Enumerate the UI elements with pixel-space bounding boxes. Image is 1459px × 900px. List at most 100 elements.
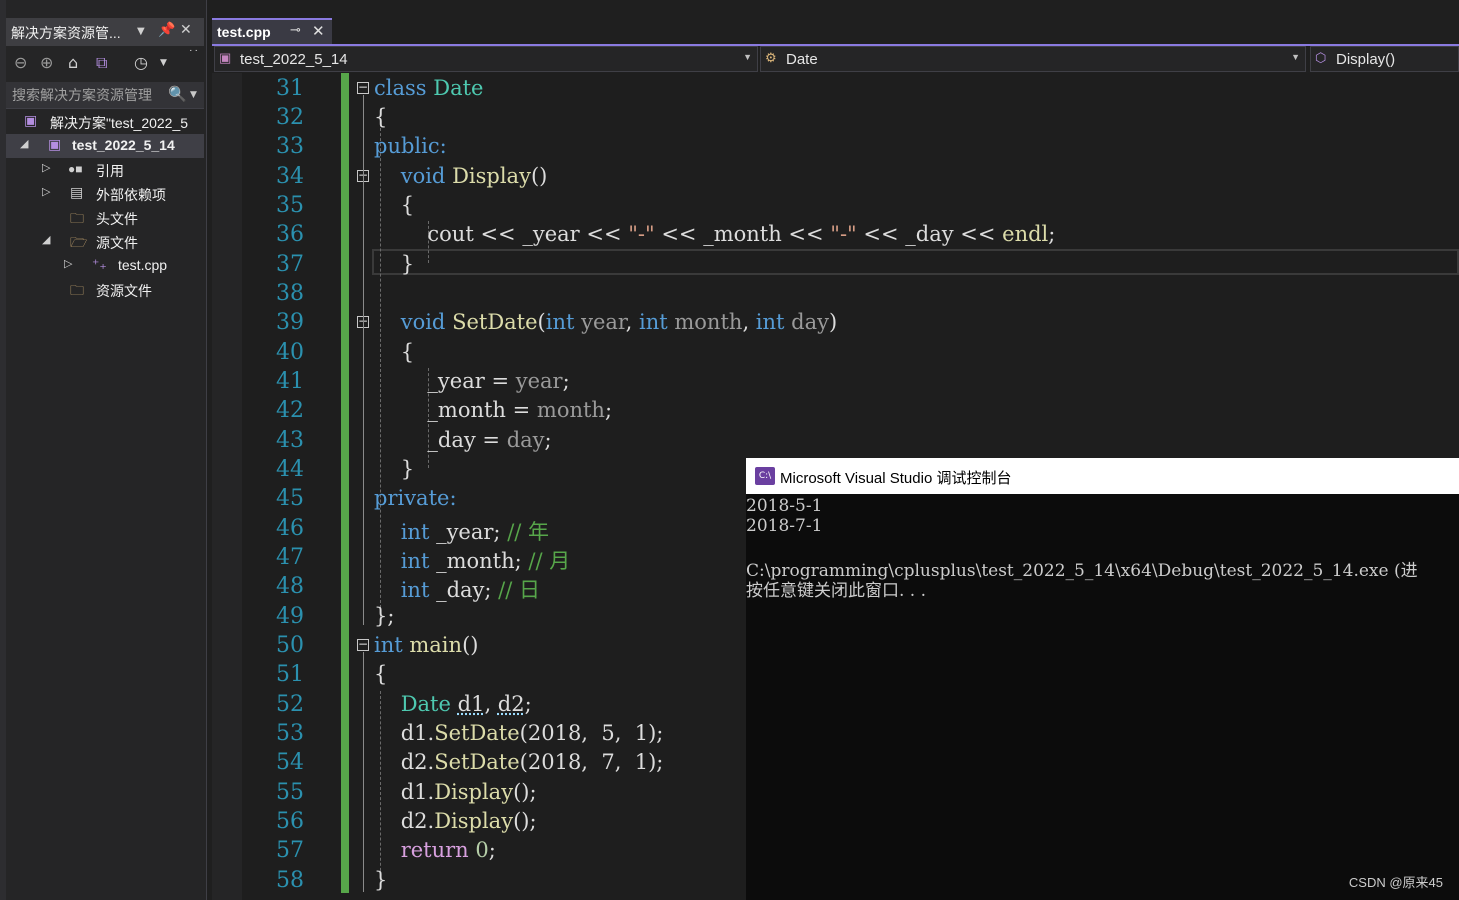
collapse-arrow-icon[interactable]: ◢ bbox=[20, 137, 28, 150]
member-dropdown[interactable]: ⬡ Display() bbox=[1310, 46, 1459, 72]
punctuation: , bbox=[484, 692, 498, 716]
line-number: 38 bbox=[276, 281, 304, 306]
debug-console-window[interactable]: C:\ Microsoft Visual Studio 调试控制台 2018-5… bbox=[746, 458, 1459, 900]
punctuation: ; bbox=[493, 520, 508, 544]
fold-toggle-icon[interactable]: − bbox=[357, 81, 369, 94]
member: _day bbox=[429, 578, 485, 602]
member: _day bbox=[427, 428, 476, 452]
keyword: int bbox=[400, 578, 430, 602]
line-number: 51 bbox=[276, 662, 304, 687]
line-number: 47 bbox=[276, 545, 304, 570]
line-number: 31 bbox=[276, 76, 304, 101]
variable: d2. bbox=[400, 750, 435, 774]
overflow-icon[interactable]: ˙˙ bbox=[188, 48, 199, 61]
tab-test-cpp[interactable]: test.cpp ⊸ ✕ bbox=[212, 18, 332, 44]
chevron-down-icon: ▼ bbox=[1291, 52, 1300, 62]
close-icon[interactable]: ✕ bbox=[312, 22, 325, 40]
comment: // 日 bbox=[498, 578, 540, 602]
class-dropdown[interactable]: ⚙ Date ▼ bbox=[760, 46, 1306, 72]
variable: d1 bbox=[457, 692, 485, 716]
expand-arrow-icon[interactable]: ▷ bbox=[42, 161, 50, 174]
tree-item-project[interactable]: ◢ ▣ test_2022_5_14 bbox=[6, 134, 204, 158]
home-icon[interactable]: ⌂ bbox=[68, 53, 78, 72]
tree-item-resource-files[interactable]: 🗀 资源文件 bbox=[6, 278, 204, 302]
parameter: year bbox=[515, 369, 563, 393]
tree-item-references[interactable]: ▷ ●■ 引用 bbox=[6, 158, 204, 182]
pin-icon[interactable]: ⊸ bbox=[290, 23, 301, 38]
code-line: } bbox=[374, 252, 414, 276]
close-icon[interactable]: ✕ bbox=[180, 22, 192, 38]
code-line: _year = year; bbox=[374, 369, 570, 393]
references-icon: ●■ bbox=[68, 162, 83, 176]
function-name: SetDate bbox=[434, 721, 520, 745]
current-line-highlight bbox=[372, 249, 1459, 275]
tree-item-label: test_2022_5_14 bbox=[72, 137, 175, 153]
collapse-arrow-icon[interactable]: ◢ bbox=[42, 233, 50, 246]
line-number: 45 bbox=[276, 486, 304, 511]
line-number: 35 bbox=[276, 193, 304, 218]
line-number: 32 bbox=[276, 105, 304, 130]
console-output-line: 2018-5-1 bbox=[746, 496, 823, 516]
punctuation: , bbox=[742, 310, 756, 334]
line-number: 39 bbox=[276, 310, 304, 335]
function-name: endl bbox=[1002, 222, 1049, 246]
operator: = bbox=[484, 369, 516, 393]
console-title-bar[interactable]: C:\ Microsoft Visual Studio 调试控制台 bbox=[746, 458, 1459, 494]
solution-search-input[interactable] bbox=[8, 85, 172, 105]
brace: { bbox=[400, 193, 415, 217]
keyword: int bbox=[400, 549, 430, 573]
project-dropdown[interactable]: ▣ test_2022_5_14 ▼ bbox=[214, 46, 758, 72]
tree-item-solution[interactable]: ▣ 解决方案"test_2022_5 bbox=[6, 110, 204, 134]
tree-item-header-files[interactable]: 🗀 头文件 bbox=[6, 206, 204, 230]
comment: // 年 bbox=[507, 520, 550, 544]
punctuation: ; bbox=[562, 369, 570, 393]
member: _month bbox=[703, 222, 782, 246]
line-number: 43 bbox=[276, 428, 304, 453]
editor-gutter bbox=[212, 73, 242, 900]
punctuation: ( bbox=[537, 310, 546, 334]
tab-label: test.cpp bbox=[217, 24, 271, 40]
code-line: int _month; // 月 bbox=[374, 545, 571, 575]
dropdown-icon[interactable]: ▼ bbox=[160, 58, 167, 68]
tree-item-label: 头文件 bbox=[96, 211, 138, 227]
line-number: 46 bbox=[276, 516, 304, 541]
line-number: 58 bbox=[276, 868, 304, 893]
keyword: int bbox=[545, 310, 575, 334]
dropdown-icon[interactable]: ▼ bbox=[137, 26, 145, 37]
line-number: 48 bbox=[276, 574, 304, 599]
pin-icon[interactable]: 📌 bbox=[158, 22, 175, 38]
arguments: (2018, 7, 1); bbox=[519, 750, 664, 774]
operator: = bbox=[475, 428, 507, 452]
expand-arrow-icon[interactable]: ▷ bbox=[42, 185, 50, 198]
forward-icon[interactable]: ⊕ bbox=[40, 53, 53, 72]
parameter: year bbox=[574, 310, 626, 334]
number-literal: 0 bbox=[468, 838, 489, 862]
operator: << bbox=[953, 222, 1003, 246]
code-line: d2.SetDate(2018, 7, 1); bbox=[374, 750, 664, 774]
back-icon[interactable]: ⊖ bbox=[14, 53, 27, 72]
tree-item-source-files[interactable]: ◢ 🗁 源文件 bbox=[6, 230, 204, 254]
switch-views-icon[interactable]: ⧉ bbox=[96, 53, 107, 73]
arguments: (); bbox=[513, 809, 537, 833]
punctuation: () bbox=[530, 164, 548, 188]
line-number: 37 bbox=[276, 252, 304, 277]
pending-changes-icon[interactable]: ◷ bbox=[134, 53, 148, 72]
tree-item-label: 资源文件 bbox=[96, 283, 152, 299]
parameter: month bbox=[667, 310, 743, 334]
line-number: 56 bbox=[276, 809, 304, 834]
expand-arrow-icon[interactable]: ▷ bbox=[64, 257, 72, 270]
code-line: d1.Display(); bbox=[374, 780, 537, 804]
code-line: { bbox=[374, 105, 388, 129]
tree-item-test-cpp[interactable]: ▷ ⁺₊ test.cpp bbox=[6, 254, 204, 278]
tree-item-label: 源文件 bbox=[96, 235, 138, 251]
solution-icon: ▣ bbox=[24, 112, 38, 128]
solution-search-box: 🔍 ▼ bbox=[6, 82, 204, 109]
fold-toggle-icon[interactable]: − bbox=[357, 638, 369, 651]
code-line: } bbox=[374, 457, 414, 481]
dropdown-icon[interactable]: ▼ bbox=[190, 90, 197, 100]
search-icon[interactable]: 🔍 bbox=[168, 85, 187, 103]
function-name: SetDate bbox=[452, 310, 538, 334]
tree-item-external-deps[interactable]: ▷ ▤ 外部依赖项 bbox=[6, 182, 204, 206]
keyword: return bbox=[400, 838, 469, 862]
tree-item-label: test.cpp bbox=[118, 257, 168, 273]
